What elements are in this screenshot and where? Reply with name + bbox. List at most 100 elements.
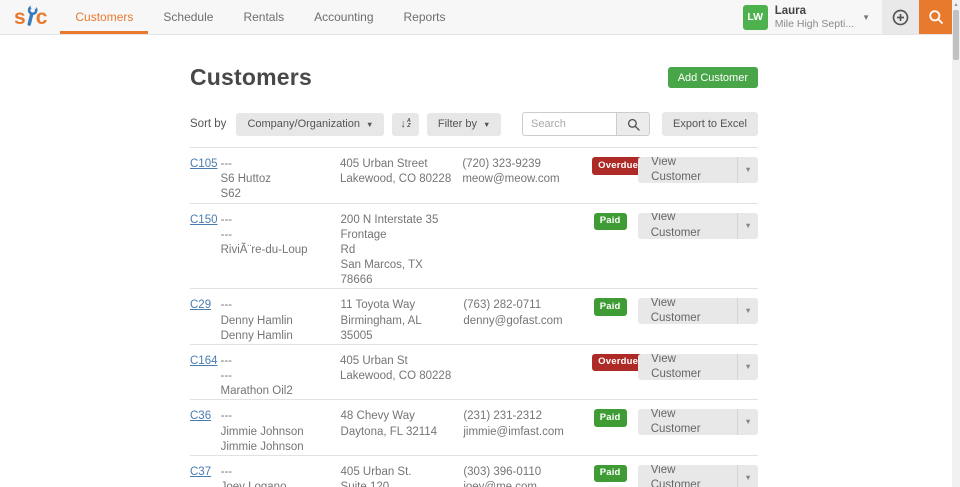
plus-circle-icon	[892, 9, 909, 26]
view-customer-button[interactable]: View Customer ▼	[637, 464, 758, 487]
customer-id-cell: C29	[190, 298, 221, 344]
view-customer-button[interactable]: View Customer ▼	[638, 157, 758, 183]
action-cell: View Customer ▼	[637, 298, 758, 344]
navbar-right: LW Laura Mile High Septi... ▼	[731, 0, 960, 34]
export-to-excel-button[interactable]: Export to Excel	[662, 112, 758, 136]
customer-name-cell-line: Denny Hamlin	[220, 329, 293, 342]
customer-name-cell-line: ---	[220, 410, 233, 423]
status-cell: Paid	[593, 298, 638, 344]
customer-id-link[interactable]: C150	[190, 214, 218, 226]
view-customer-caret-button[interactable]: ▼	[737, 409, 758, 436]
add-customer-button[interactable]: Add Customer	[667, 67, 758, 88]
customer-contact-cell-line: meow@meow.com	[462, 173, 560, 186]
sort-field-dropdown[interactable]: Company/Organization ▼	[236, 112, 385, 136]
customer-address-cell: 48 Chevy Way Daytona, FL 32114	[341, 409, 464, 455]
customer-contact-cell: (231) 231-2312 jimmie@imfast.com	[463, 409, 593, 455]
customer-id-cell: C164	[190, 354, 220, 400]
customer-address-cell-line: 405 Urban St	[339, 354, 408, 367]
page-title: Customers	[190, 64, 312, 90]
status-cell: Overdue	[592, 353, 645, 400]
status-cell: Paid	[593, 212, 638, 289]
view-customer-button[interactable]: View Customer ▼	[637, 409, 758, 436]
customer-id-link[interactable]: C29	[190, 299, 211, 311]
customer-address-cell-line: 200 N Interstate 35 Frontage	[340, 213, 439, 241]
view-customer-caret-button[interactable]: ▼	[737, 298, 758, 325]
user-company: Mile High Septi...	[774, 17, 855, 30]
sort-alpha-icon: ↓ A Z	[400, 117, 411, 130]
view-customer-label: View Customer	[651, 353, 702, 380]
customer-address-cell-line: Suite 120	[341, 480, 456, 487]
action-cell: View Customer ▼	[638, 353, 758, 400]
global-search-button[interactable]	[919, 0, 952, 34]
view-customer-label: View Customer	[650, 409, 701, 436]
search-submit-button[interactable]	[616, 112, 651, 136]
customer-address-cell-line: Lakewood, CO 80228	[339, 173, 452, 186]
table-row: C150 --- --- RiviÃ¨re-du-Loup 200 N Intersta…	[190, 204, 758, 290]
customer-name-cell-line: Joey Logano	[221, 480, 333, 487]
customer-address-cell-line: Rd	[340, 243, 356, 256]
view-customer-button[interactable]: View Customer ▼	[637, 298, 758, 325]
customer-name-cell-line: Marathon Oil2	[220, 385, 293, 398]
user-menu[interactable]: LW Laura Mile High Septi... ▼	[731, 0, 882, 34]
status-badge: Paid	[593, 409, 627, 427]
view-customer-label: View Customer	[651, 157, 702, 183]
customer-name-cell-line: Denny Hamlin	[220, 314, 293, 327]
quick-add-button[interactable]	[882, 0, 919, 34]
filter-by-dropdown[interactable]: Filter by ▼	[426, 112, 502, 136]
nav-item-reports[interactable]: Reports	[389, 0, 461, 34]
customer-address-cell-line: Lakewood, CO 80228	[339, 370, 452, 383]
customer-id-link[interactable]: C105	[190, 158, 218, 170]
customer-name-cell-line: Jimmie Johnson	[220, 440, 304, 453]
chevron-down-icon: ▼	[483, 119, 491, 129]
customer-contact-cell-line: (231) 231-2312	[463, 410, 542, 423]
main-nav: Customers Schedule Rentals Accounting Re…	[60, 0, 460, 34]
view-customer-label: View Customer	[650, 464, 701, 487]
customer-id-link[interactable]: C37	[190, 466, 211, 478]
main-content: Customers Add Customer Sort by Company/O…	[190, 64, 758, 487]
scroll-up-arrow[interactable]: ▲	[952, 1, 960, 9]
customer-address-cell: 200 N Interstate 35 Frontage Rd San Marcos…	[341, 213, 464, 289]
view-customer-caret-button[interactable]: ▼	[737, 212, 758, 239]
action-cell: View Customer ▼	[637, 409, 758, 455]
nav-item-customers[interactable]: Customers	[60, 0, 148, 34]
top-navbar: s c Customers Schedule Rentals Accountin…	[0, 0, 960, 35]
app-logo[interactable]: s c	[0, 0, 60, 34]
customer-address-cell-line: 48 Chevy Way	[340, 410, 415, 423]
list-controls: Sort by Company/Organization ▼ ↓ A Z Filte…	[190, 112, 758, 136]
status-cell: Overdue	[592, 157, 645, 203]
customer-address-cell-line: 405 Urban Street	[339, 158, 428, 170]
customer-name-cell: --- --- RiviÃ¨re-du-Loup	[221, 213, 341, 289]
customer-name-cell: --- S6 Huttoz S62	[220, 157, 339, 203]
chevron-down-icon: ▼	[862, 12, 870, 22]
sort-order-button[interactable]: ↓ A Z	[392, 112, 419, 136]
customer-contact-cell: (720) 323-9239 meow@meow.com	[462, 157, 592, 203]
view-customer-caret-button[interactable]: ▼	[737, 353, 758, 380]
customer-id-link[interactable]: C36	[190, 410, 211, 422]
status-badge: Overdue	[592, 157, 645, 175]
search-icon	[928, 9, 944, 25]
view-customer-button[interactable]: View Customer ▼	[637, 212, 758, 239]
nav-item-accounting[interactable]: Accounting	[299, 0, 388, 34]
customer-address-cell: 405 Urban St Lakewood, CO 80228	[340, 354, 462, 400]
sort-field-value: Company/Organization	[247, 118, 360, 130]
view-customer-caret-button[interactable]: ▼	[737, 157, 758, 183]
customer-contact-cell: (303) 396-0110 joey@me.com	[463, 465, 593, 487]
scrollbar-thumb[interactable]	[953, 10, 959, 60]
nav-item-rentals[interactable]: Rentals	[228, 0, 299, 34]
customer-name-cell: --- Jimmie Johnson Jimmie Johnson	[221, 409, 341, 455]
title-row: Customers Add Customer	[190, 64, 758, 91]
view-customer-button[interactable]: View Customer ▼	[638, 353, 758, 380]
action-cell: View Customer ▼	[637, 464, 758, 487]
action-cell: View Customer ▼	[638, 157, 758, 203]
page-scrollbar[interactable]: ▲	[952, 0, 960, 487]
customer-name-cell-line: ---	[220, 158, 232, 170]
table-row: C37---Joey LoganoJoey Logano405 Urban St…	[190, 456, 758, 487]
view-customer-caret-button[interactable]: ▼	[737, 464, 758, 487]
customer-id-cell: C150	[190, 213, 221, 289]
customer-address-cell-line: San Marcos, TX 78666	[340, 259, 423, 287]
table-row: C105 --- S6 Huttoz S62 405 Urban Street Lakew…	[190, 148, 758, 204]
customer-id-link[interactable]: C164	[190, 355, 218, 367]
user-name: Laura	[774, 4, 807, 17]
search-input[interactable]	[522, 112, 617, 136]
nav-item-schedule[interactable]: Schedule	[148, 0, 228, 34]
